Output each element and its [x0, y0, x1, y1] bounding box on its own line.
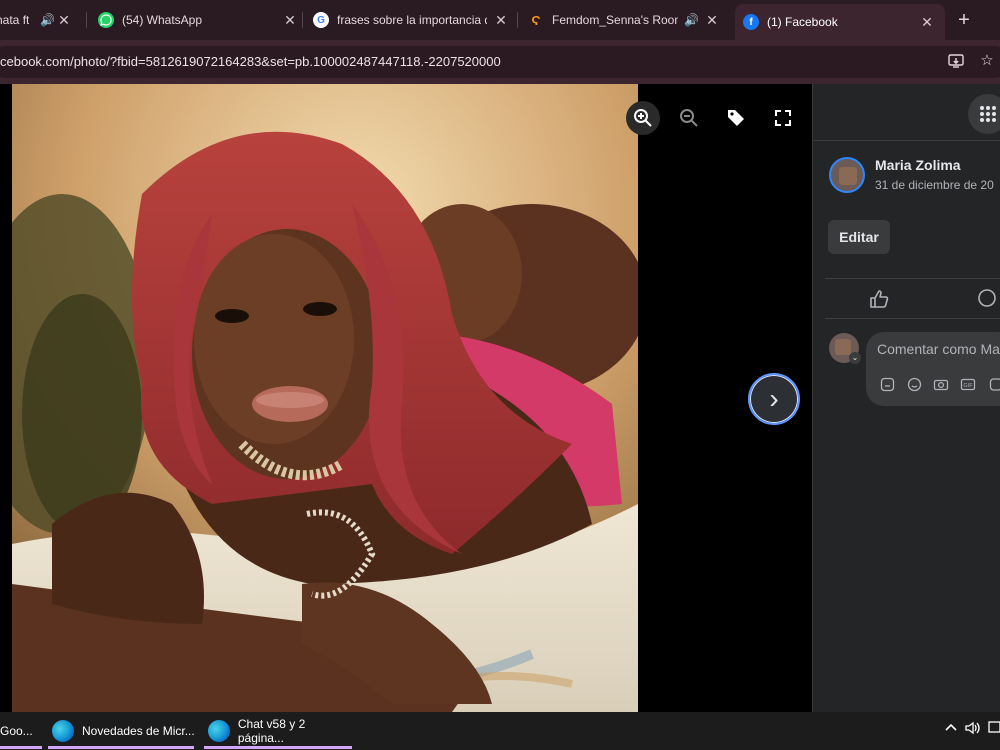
grid-icon	[980, 106, 996, 122]
facebook-icon: f	[743, 14, 759, 30]
comment-placeholder: Comentar como Ma	[877, 341, 1000, 357]
volume-icon[interactable]	[964, 720, 982, 739]
tab-room[interactable]: Ϛ Femdom_Senna's Room 🔊 ✕	[528, 6, 720, 34]
tab-facebook[interactable]: f (1) Facebook ✕	[735, 4, 945, 40]
author-name[interactable]: Maria Zolima	[875, 157, 961, 173]
tab-separator	[86, 12, 87, 28]
divider	[812, 140, 1000, 141]
emoji-icon[interactable]	[906, 376, 922, 392]
close-icon[interactable]: ✕	[282, 12, 298, 28]
svg-text:GIF: GIF	[963, 383, 973, 389]
tab-whatsapp[interactable]: (54) WhatsApp ✕	[98, 6, 298, 34]
author-avatar[interactable]	[829, 157, 865, 193]
tab-music[interactable]: hata ft 🔊 ✕	[0, 6, 76, 34]
comment-icon[interactable]	[976, 288, 1000, 310]
close-icon[interactable]: ✕	[493, 12, 509, 28]
edit-button[interactable]: Editar	[828, 220, 890, 254]
taskbar-item-label: Goo...	[0, 724, 33, 738]
gif-icon[interactable]: GIF	[960, 376, 976, 392]
tab-title: frases sobre la importancia d	[337, 13, 487, 27]
tab-separator	[517, 12, 518, 28]
post-date[interactable]: 31 de diciembre de 20	[875, 178, 994, 192]
google-icon: G	[313, 12, 329, 28]
taskbar-item-label: Novedades de Micr...	[82, 724, 195, 738]
star-icon[interactable]: ☆	[978, 52, 996, 70]
tab-title: (54) WhatsApp	[122, 13, 203, 27]
like-icon[interactable]	[868, 288, 890, 310]
close-icon[interactable]: ✕	[56, 12, 72, 28]
camera-icon[interactable]	[933, 376, 949, 392]
tab-separator	[302, 12, 303, 28]
taskbar-active-indicator	[48, 746, 194, 749]
menu-grid-button[interactable]	[968, 94, 1000, 134]
taskbar-active-indicator	[204, 746, 352, 749]
tab-title: (1) Facebook	[767, 15, 838, 29]
chevron-up-icon[interactable]	[944, 720, 958, 737]
tab-title: Femdom_Senna's Room	[552, 13, 678, 27]
speaker-icon[interactable]: 🔊	[684, 13, 699, 27]
taskbar-item-chrome[interactable]: Goo...	[0, 712, 42, 750]
whatsapp-icon	[98, 12, 114, 28]
install-app-icon[interactable]	[947, 52, 965, 70]
zoom-in-icon[interactable]	[626, 101, 660, 135]
close-icon[interactable]: ✕	[704, 12, 720, 28]
edge-icon	[208, 720, 230, 742]
divider	[825, 278, 1000, 279]
close-icon[interactable]: ✕	[919, 14, 935, 30]
fullscreen-icon[interactable]	[766, 101, 800, 135]
divider	[825, 318, 1000, 319]
chevron-right-icon: ›	[769, 383, 779, 414]
next-photo-button[interactable]: ›	[748, 373, 800, 425]
edge-icon	[52, 720, 74, 742]
taskbar-item-label: Chat v58 y 2 página...	[237, 717, 306, 745]
chevron-down-icon[interactable]: ⌄	[849, 352, 861, 364]
zoom-out-icon[interactable]	[672, 101, 706, 135]
taskbar-item-edge-chat[interactable]: Chat v58 y 2 página...	[208, 712, 354, 750]
new-tab-button[interactable]: +	[954, 10, 974, 30]
browser-window: hata ft 🔊 ✕ (54) WhatsApp ✕ G frases sob…	[0, 0, 1000, 750]
tab-title: hata ft	[0, 13, 30, 27]
photo	[12, 84, 638, 712]
chaturbate-icon: Ϛ	[531, 12, 541, 28]
tag-icon[interactable]	[719, 101, 753, 135]
url-text[interactable]: cebook.com/photo/?fbid=5812619072164283&…	[0, 54, 501, 69]
speaker-icon[interactable]: 🔊	[40, 13, 55, 27]
taskbar-item-edge-news[interactable]: Novedades de Micr...	[52, 712, 196, 750]
tab-google[interactable]: G frases sobre la importancia d ✕	[313, 6, 509, 34]
avatar-sticker-icon[interactable]	[987, 376, 1000, 392]
sticker-icon[interactable]	[879, 376, 895, 392]
network-icon[interactable]	[988, 720, 1000, 737]
taskbar-active-indicator	[0, 746, 42, 749]
